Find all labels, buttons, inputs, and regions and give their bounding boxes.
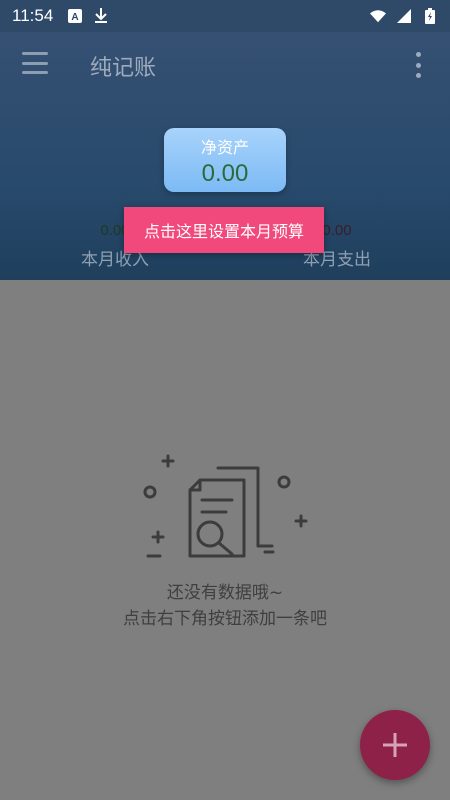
download-icon bbox=[93, 8, 109, 24]
app-title: 纯记账 bbox=[90, 56, 157, 81]
summary-header: 纯记账 净资产 0.00 0.00 本月收入 0.00 本月支出 点击这里设置本… bbox=[0, 32, 450, 280]
add-record-button[interactable] bbox=[360, 710, 430, 780]
net-assets-value: 0.00 bbox=[201, 160, 249, 187]
empty-document-search-icon bbox=[140, 450, 310, 575]
font-a-icon: A bbox=[67, 8, 83, 24]
wifi-icon bbox=[370, 8, 386, 24]
net-assets-card[interactable]: 净资产 0.00 bbox=[164, 128, 286, 192]
status-right-icons bbox=[370, 8, 438, 24]
battery-icon bbox=[422, 8, 438, 24]
status-bar: 11:54 A bbox=[0, 0, 450, 32]
budget-tooltip[interactable]: 点击这里设置本月预算 bbox=[124, 207, 324, 253]
empty-message-hint: 点击右下角按钮添加一条吧 bbox=[123, 609, 327, 629]
status-left-icons: A bbox=[67, 8, 109, 24]
more-vert-icon[interactable] bbox=[414, 52, 422, 78]
menu-icon[interactable] bbox=[22, 52, 48, 74]
signal-icon bbox=[396, 8, 412, 24]
svg-text:A: A bbox=[72, 12, 79, 23]
app-bar: 纯记账 bbox=[0, 32, 450, 96]
net-assets-label: 净资产 bbox=[200, 138, 249, 157]
plus-icon bbox=[383, 733, 407, 757]
status-time: 11:54 bbox=[12, 6, 54, 25]
empty-message-title: 还没有数据哦~ bbox=[166, 583, 284, 603]
